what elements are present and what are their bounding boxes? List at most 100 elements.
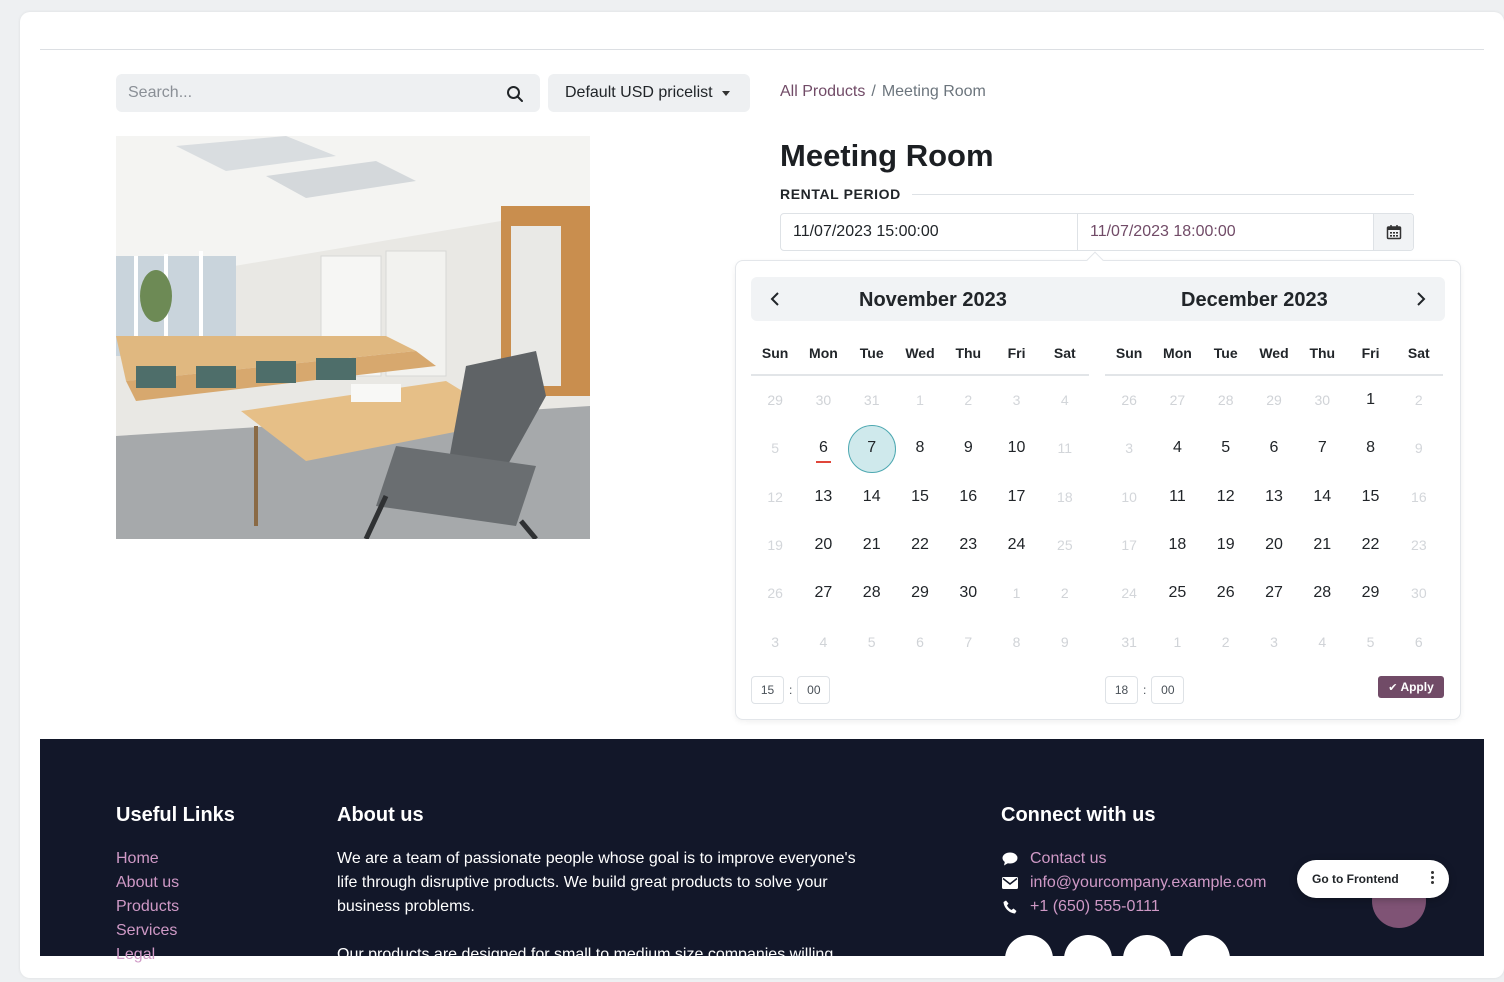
calendar-day[interactable]: 28 (848, 569, 896, 617)
calendar-day[interactable]: 24 (1105, 569, 1153, 617)
calendar-day[interactable]: 10 (1105, 473, 1153, 521)
calendar-day[interactable]: 16 (1395, 473, 1443, 521)
footer-link-about[interactable]: About us (116, 871, 235, 895)
calendar-day[interactable]: 31 (1105, 617, 1153, 665)
rental-start-input[interactable] (781, 214, 1077, 250)
calendar-day[interactable]: 1 (1153, 617, 1201, 665)
go-to-frontend-button[interactable]: Go to Frontend (1297, 860, 1449, 898)
calendar-day-selected[interactable]: 7 (847, 424, 896, 474)
calendar-day[interactable]: 8 (1346, 424, 1394, 472)
social-twitter-button[interactable] (1064, 935, 1112, 978)
calendar-day[interactable]: 12 (751, 473, 799, 521)
calendar-day[interactable]: 29 (1346, 569, 1394, 617)
calendar-day[interactable]: 8 (896, 424, 944, 472)
calendar-day[interactable]: 23 (1395, 521, 1443, 569)
calendar-day[interactable]: 19 (1202, 521, 1250, 569)
calendar-day-today[interactable]: 6 (799, 424, 847, 472)
end-minute-input[interactable]: 00 (1151, 676, 1185, 704)
footer-link-legal[interactable]: Legal (116, 943, 235, 967)
footer-link-home[interactable]: Home (116, 847, 235, 871)
end-hour-input[interactable]: 18 (1105, 676, 1138, 704)
calendar-day[interactable]: 30 (944, 569, 992, 617)
phone-link[interactable]: +1 (650) 555-0111 (1001, 895, 1267, 919)
calendar-day[interactable]: 30 (1395, 569, 1443, 617)
apply-button[interactable]: ✔ Apply (1378, 676, 1444, 698)
calendar-day[interactable]: 14 (1298, 473, 1346, 521)
calendar-day[interactable]: 12 (1202, 473, 1250, 521)
calendar-day[interactable]: 13 (1250, 473, 1298, 521)
calendar-day[interactable]: 14 (848, 473, 896, 521)
calendar-day[interactable]: 4 (1298, 617, 1346, 665)
calendar-day[interactable]: 17 (1105, 521, 1153, 569)
calendar-day[interactable]: 18 (1041, 473, 1089, 521)
calendar-day[interactable]: 2 (1041, 569, 1089, 617)
footer-link-products[interactable]: Products (116, 895, 235, 919)
calendar-day[interactable]: 5 (751, 424, 799, 472)
calendar-day[interactable]: 6 (896, 617, 944, 665)
calendar-day[interactable]: 30 (1298, 376, 1346, 424)
search-icon[interactable] (506, 85, 524, 103)
calendar-day[interactable]: 5 (1346, 617, 1394, 665)
start-hour-input[interactable]: 15 (751, 676, 784, 704)
calendar-day[interactable]: 15 (896, 473, 944, 521)
calendar-day[interactable]: 6 (1250, 424, 1298, 472)
calendar-day[interactable]: 1 (992, 569, 1040, 617)
calendar-day[interactable]: 11 (1041, 424, 1089, 472)
calendar-day[interactable]: 4 (1041, 376, 1089, 424)
calendar-day[interactable]: 11 (1153, 473, 1201, 521)
calendar-day[interactable]: 26 (1105, 376, 1153, 424)
calendar-day[interactable]: 20 (1250, 521, 1298, 569)
rental-end-input[interactable] (1077, 214, 1373, 250)
social-facebook-button[interactable] (1005, 935, 1053, 978)
calendar-day[interactable]: 20 (799, 521, 847, 569)
calendar-day[interactable]: 1 (896, 376, 944, 424)
calendar-day[interactable]: 8 (992, 617, 1040, 665)
kebab-menu-icon[interactable] (1431, 871, 1435, 886)
calendar-day[interactable]: 27 (799, 569, 847, 617)
calendar-day[interactable]: 3 (1250, 617, 1298, 665)
calendar-day[interactable]: 4 (799, 617, 847, 665)
calendar-day[interactable]: 25 (1153, 569, 1201, 617)
calendar-day[interactable]: 28 (1202, 376, 1250, 424)
calendar-day[interactable]: 26 (751, 569, 799, 617)
calendar-button[interactable] (1373, 214, 1413, 250)
calendar-day[interactable]: 6 (1395, 617, 1443, 665)
calendar-day[interactable]: 29 (896, 569, 944, 617)
calendar-day[interactable]: 5 (1202, 424, 1250, 472)
calendar-day[interactable]: 29 (1250, 376, 1298, 424)
calendar-day[interactable]: 2 (1202, 617, 1250, 665)
calendar-day[interactable]: 2 (944, 376, 992, 424)
calendar-day[interactable]: 13 (799, 473, 847, 521)
calendar-day[interactable]: 2 (1395, 376, 1443, 424)
calendar-day[interactable]: 15 (1346, 473, 1394, 521)
calendar-day[interactable]: 28 (1298, 569, 1346, 617)
start-minute-input[interactable]: 00 (797, 676, 831, 704)
calendar-day[interactable]: 7 (944, 617, 992, 665)
next-month-button[interactable] (1406, 285, 1436, 313)
calendar-day[interactable]: 29 (751, 376, 799, 424)
calendar-day[interactable]: 9 (1041, 617, 1089, 665)
email-link[interactable]: info@yourcompany.example.com (1001, 871, 1267, 895)
calendar-day[interactable]: 31 (848, 376, 896, 424)
calendar-day[interactable]: 27 (1250, 569, 1298, 617)
calendar-day[interactable]: 5 (848, 617, 896, 665)
calendar-day[interactable]: 21 (1298, 521, 1346, 569)
calendar-day[interactable]: 30 (799, 376, 847, 424)
calendar-day[interactable]: 16 (944, 473, 992, 521)
calendar-day[interactable]: 25 (1041, 521, 1089, 569)
footer-link-services[interactable]: Services (116, 919, 235, 943)
calendar-day[interactable]: 18 (1153, 521, 1201, 569)
previous-month-button[interactable] (760, 285, 790, 313)
calendar-day[interactable]: 17 (992, 473, 1040, 521)
calendar-day[interactable]: 26 (1202, 569, 1250, 617)
calendar-day[interactable]: 3 (751, 617, 799, 665)
calendar-day[interactable]: 22 (896, 521, 944, 569)
calendar-day[interactable]: 10 (992, 424, 1040, 472)
calendar-day[interactable]: 27 (1153, 376, 1201, 424)
calendar-day[interactable]: 3 (992, 376, 1040, 424)
calendar-day[interactable]: 24 (992, 521, 1040, 569)
calendar-day[interactable]: 1 (1346, 376, 1394, 424)
breadcrumb-all-products[interactable]: All Products (780, 83, 865, 100)
social-linkedin-button[interactable] (1123, 935, 1171, 978)
calendar-day[interactable]: 23 (944, 521, 992, 569)
